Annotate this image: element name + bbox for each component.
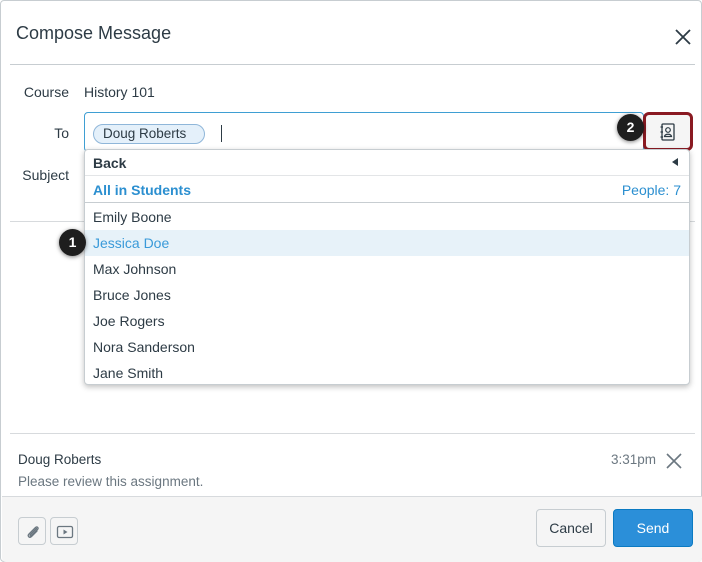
to-label: To <box>54 125 69 141</box>
send-button[interactable]: Send <box>613 509 693 547</box>
recipient-option[interactable]: Bruce Jones <box>85 282 689 308</box>
course-value[interactable]: History 101 <box>84 84 155 100</box>
recipient-option[interactable]: Emily Boone <box>85 204 689 230</box>
back-label: Back <box>93 155 127 171</box>
message-divider <box>10 433 695 434</box>
close-icon[interactable] <box>673 27 693 47</box>
compose-message-dialog: Compose Message Course History 101 To Do… <box>0 0 702 562</box>
course-label: Course <box>23 84 69 100</box>
attach-file-button[interactable] <box>18 517 46 545</box>
people-count: People: 7 <box>621 182 681 198</box>
recipient-chip[interactable]: Doug Roberts <box>93 124 206 144</box>
dialog-title: Compose Message <box>16 23 172 43</box>
message-author: Doug Roberts <box>18 452 102 467</box>
callout-badge-1: 1 <box>59 229 86 256</box>
subject-label: Subject <box>22 167 69 183</box>
dropdown-all-students-row[interactable]: All in Students People: 7 <box>85 177 689 203</box>
callout-badge-2: 2 <box>617 114 644 141</box>
attachment-icon <box>27 526 39 538</box>
media-icon <box>56 525 74 539</box>
recipient-dropdown: Back All in Students People: 7 Emily Boo… <box>84 149 690 385</box>
remove-message-icon[interactable] <box>665 452 683 470</box>
recipient-option-highlighted[interactable]: Jessica Doe <box>85 230 689 256</box>
message-time: 3:31pm <box>611 452 657 467</box>
recipient-option[interactable]: Jane Smith <box>85 360 689 384</box>
header-divider <box>10 64 695 65</box>
dropdown-back-row[interactable]: Back <box>85 150 689 176</box>
recipient-option[interactable]: Nora Sanderson <box>85 334 689 360</box>
back-arrow-icon <box>672 158 678 166</box>
recipient-option[interactable]: Max Johnson <box>85 256 689 282</box>
message-body: Please review this assignment. <box>18 474 204 489</box>
recipient-option[interactable]: Joe Rogers <box>85 308 689 334</box>
text-cursor <box>221 125 222 142</box>
address-book-icon <box>660 123 675 141</box>
to-input-field[interactable]: Doug Roberts <box>84 112 644 152</box>
group-label: All in Students <box>93 182 191 198</box>
record-media-button[interactable] <box>50 517 78 545</box>
cancel-button[interactable]: Cancel <box>536 509 606 547</box>
address-book-button[interactable] <box>643 112 693 151</box>
